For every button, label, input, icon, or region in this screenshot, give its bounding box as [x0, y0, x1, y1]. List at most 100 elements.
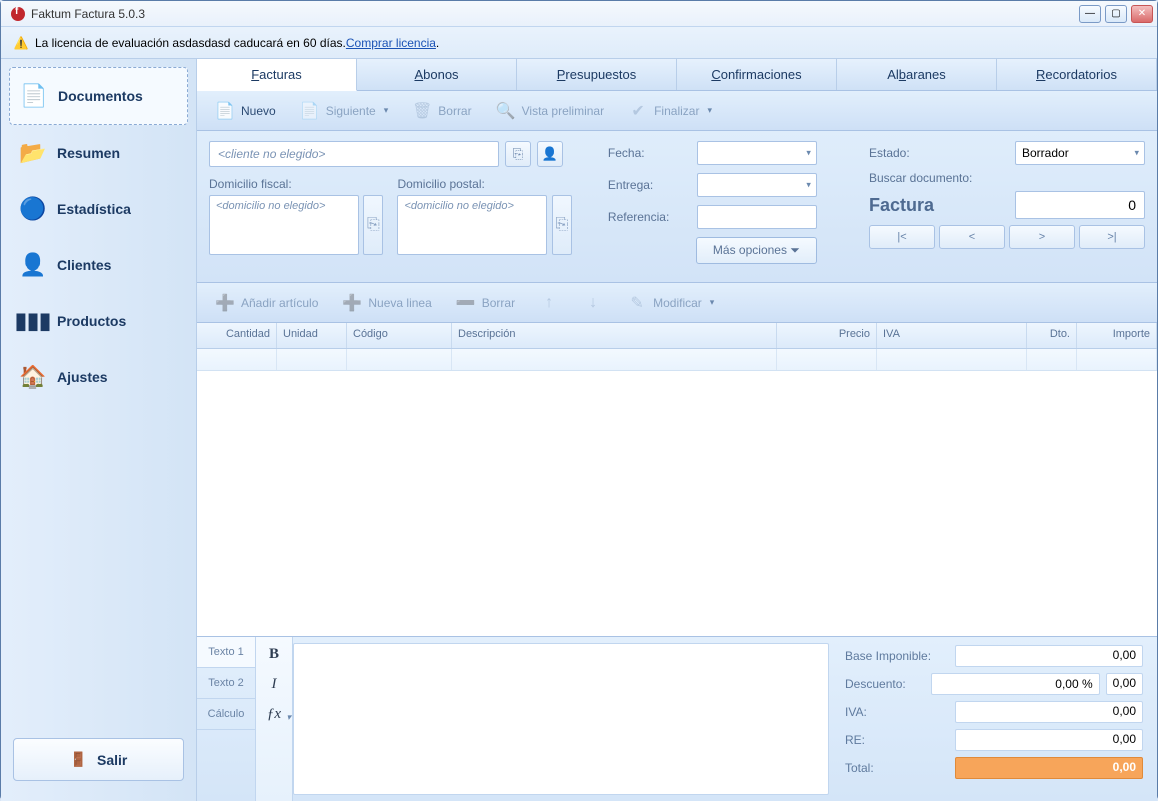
referencia-input[interactable]: [697, 205, 817, 229]
text-tab-calc[interactable]: Cálculo: [197, 699, 255, 730]
new-icon: 📄: [215, 101, 235, 121]
th-dto[interactable]: Dto.: [1027, 323, 1077, 348]
chevron-down-icon: ▾: [384, 105, 389, 116]
descuento-label: Descuento:: [845, 677, 931, 691]
client-clear-button[interactable]: ⎘: [505, 141, 531, 167]
app-icon: [11, 7, 25, 21]
postal-address-button[interactable]: ⎘: [552, 195, 572, 255]
main-toolbar: 📄 Nuevo 📄 Siguiente ▾ 🗑 Borrar 🔍 Vista p…: [197, 91, 1157, 131]
window-title: Faktum Factura 5.0.3: [31, 7, 1079, 21]
iva-value: 0,00: [955, 701, 1143, 723]
tab-facturas[interactable]: Facturas: [197, 59, 357, 91]
more-options-button[interactable]: Más opciones ⏷: [696, 237, 817, 264]
th-cantidad[interactable]: Cantidad: [197, 323, 277, 348]
doc-number-input[interactable]: [1015, 191, 1145, 219]
table-header: Cantidad Unidad Código Descripción Preci…: [197, 323, 1157, 349]
move-down-button[interactable]: ↓: [573, 289, 613, 317]
totals-panel: Base Imponible: 0,00 Descuento: 0,00 IVA…: [837, 637, 1157, 801]
client-lookup-button[interactable]: 👤: [537, 141, 563, 167]
italic-button[interactable]: I: [263, 673, 285, 695]
next-button[interactable]: 📄 Siguiente ▾: [290, 97, 399, 125]
exit-button[interactable]: 🚪 Salir: [13, 738, 184, 781]
sidebar-item-clientes[interactable]: 👤 Clientes: [9, 237, 188, 293]
sidebar-item-resumen[interactable]: 📂 Resumen: [9, 125, 188, 181]
preview-icon: 🔍: [496, 101, 516, 121]
sidebar-item-ajustes[interactable]: 🏠 Ajustes: [9, 349, 188, 405]
lines-toolbar: ➕ Añadir artículo ➕ Nueva linea ➖ Borrar…: [197, 283, 1157, 323]
tab-albaranes[interactable]: Albaranes: [837, 59, 997, 90]
tab-recordatorios[interactable]: Recordatorios: [997, 59, 1157, 90]
entrega-input[interactable]: [697, 173, 817, 197]
text-tabs: Texto 1 Texto 2 Cálculo: [197, 637, 255, 801]
sidebar: 📄 Documentos 📂 Resumen 🔵 Estadística 👤 C…: [1, 59, 196, 801]
postal-address-box[interactable]: <domicilio no elegido>: [397, 195, 547, 255]
nav-prev-button[interactable]: <: [939, 225, 1005, 249]
th-importe[interactable]: Importe: [1077, 323, 1157, 348]
license-bar: ⚠️ La licencia de evaluación asdasdasd c…: [1, 27, 1157, 59]
th-precio[interactable]: Precio: [777, 323, 877, 348]
chart-icon: 🔵: [19, 195, 47, 223]
tab-confirmaciones[interactable]: Confirmaciones: [677, 59, 837, 90]
modify-button[interactable]: ✎ Modificar ▾: [617, 289, 724, 317]
client-input[interactable]: [209, 141, 499, 167]
new-button[interactable]: 📄 Nuevo: [205, 97, 286, 125]
bottom-panel: Texto 1 Texto 2 Cálculo B I ƒx▾ Base Imp…: [197, 636, 1157, 801]
close-button[interactable]: ✕: [1131, 5, 1153, 23]
tab-presupuestos[interactable]: Presupuestos: [517, 59, 677, 90]
th-unidad[interactable]: Unidad: [277, 323, 347, 348]
finalize-button[interactable]: ✔ Finalizar ▾: [618, 97, 722, 125]
delete-icon: 🗑: [412, 101, 432, 121]
buy-license-link[interactable]: Comprar licencia: [346, 36, 436, 50]
tab-abonos[interactable]: Abonos: [357, 59, 517, 90]
finalize-icon: ✔: [628, 101, 648, 121]
add-article-button[interactable]: ➕ Añadir artículo: [205, 289, 328, 317]
total-value: 0,00: [955, 757, 1143, 779]
estado-label: Estado:: [869, 146, 925, 160]
chevron-down-icon: ▾: [710, 297, 715, 308]
fiscal-address-button[interactable]: ⎘: [363, 195, 383, 255]
move-up-button[interactable]: ↑: [529, 289, 569, 317]
th-iva[interactable]: IVA: [877, 323, 1027, 348]
new-line-button[interactable]: ➕ Nueva linea: [332, 289, 441, 317]
delete-button[interactable]: 🗑 Borrar: [402, 97, 481, 125]
fecha-label: Fecha:: [608, 146, 683, 160]
iva-label: IVA:: [845, 705, 955, 719]
formula-button[interactable]: ƒx▾: [263, 703, 285, 725]
next-icon: 📄: [300, 101, 320, 121]
th-codigo[interactable]: Código: [347, 323, 452, 348]
document-tabs: Facturas Abonos Presupuestos Confirmacio…: [197, 59, 1157, 91]
sidebar-item-label: Documentos: [58, 88, 143, 104]
estado-select[interactable]: [1015, 141, 1145, 165]
nav-first-button[interactable]: |<: [869, 225, 935, 249]
minimize-button[interactable]: —: [1079, 5, 1101, 23]
fiscal-address-label: Domicilio fiscal:: [209, 177, 383, 191]
preview-button[interactable]: 🔍 Vista preliminar: [486, 97, 614, 125]
maximize-button[interactable]: ▢: [1105, 5, 1127, 23]
content: Facturas Abonos Presupuestos Confirmacio…: [196, 59, 1157, 801]
text-tab-2[interactable]: Texto 2: [197, 668, 255, 699]
delete-line-icon: ➖: [456, 293, 476, 313]
nav-next-button[interactable]: >: [1009, 225, 1075, 249]
entrega-label: Entrega:: [608, 178, 683, 192]
bold-button[interactable]: B: [263, 643, 285, 665]
text-tab-1[interactable]: Texto 1: [197, 637, 255, 668]
fecha-input[interactable]: [697, 141, 817, 165]
sidebar-item-productos[interactable]: ▮▮▮ Productos: [9, 293, 188, 349]
delete-line-button[interactable]: ➖ Borrar: [446, 289, 525, 317]
descuento-value: 0,00: [1106, 673, 1143, 695]
th-descripcion[interactable]: Descripción: [452, 323, 777, 348]
folder-icon: 📂: [19, 139, 47, 167]
doc-type-label: Factura: [869, 195, 934, 216]
notes-textarea[interactable]: [293, 643, 829, 795]
nav-last-button[interactable]: >|: [1079, 225, 1145, 249]
descuento-pct-input[interactable]: [931, 673, 1100, 695]
sidebar-item-estadistica[interactable]: 🔵 Estadística: [9, 181, 188, 237]
fiscal-address-box[interactable]: <domicilio no elegido>: [209, 195, 359, 255]
table-row[interactable]: [197, 349, 1157, 371]
sidebar-item-label: Ajustes: [57, 369, 108, 385]
sidebar-item-label: Clientes: [57, 257, 111, 273]
form-area: ⎘ 👤 Domicilio fiscal: <domicilio no eleg…: [197, 131, 1157, 283]
person-icon: 👤: [19, 251, 47, 279]
format-toolbar: B I ƒx▾: [255, 637, 293, 801]
sidebar-item-documentos[interactable]: 📄 Documentos: [9, 67, 188, 125]
